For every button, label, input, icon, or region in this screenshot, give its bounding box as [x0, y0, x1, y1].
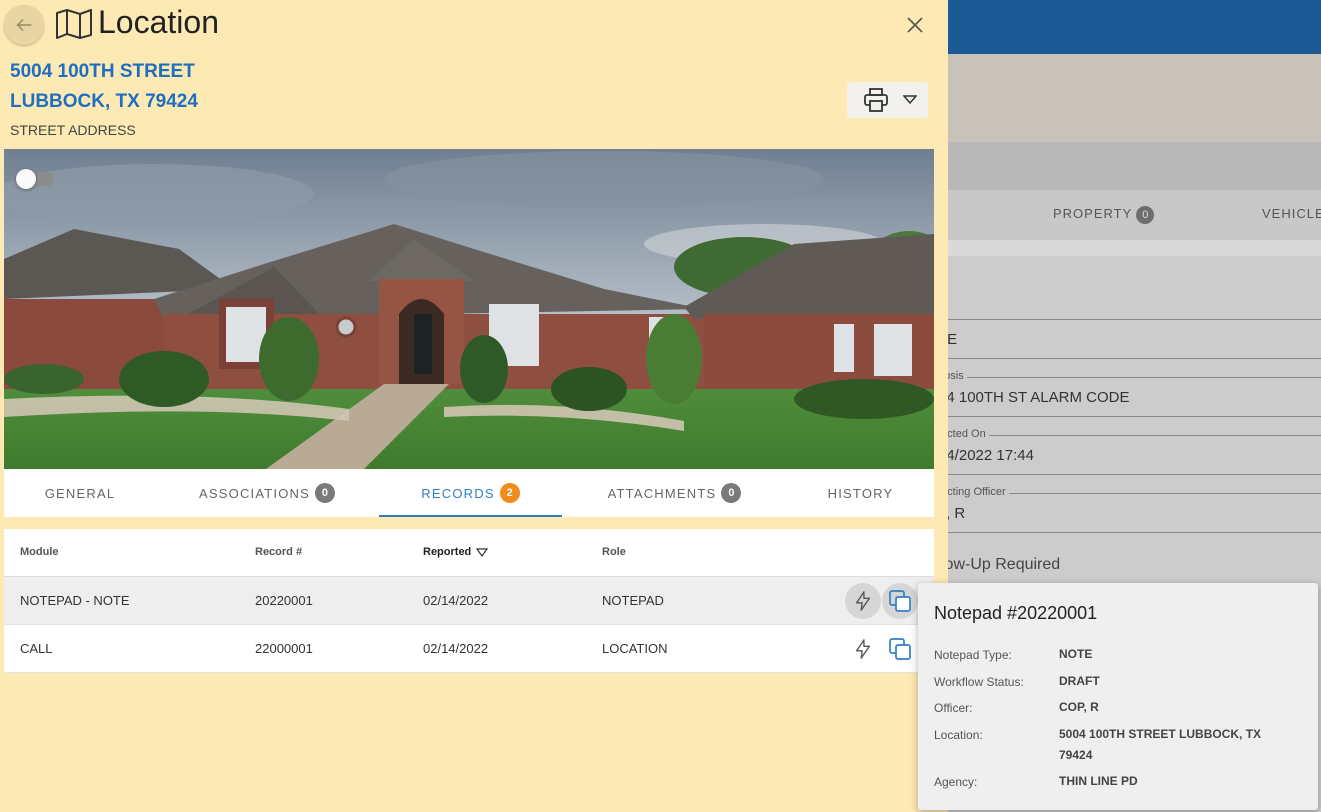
lightning-icon [855, 639, 871, 659]
cell-reported: 02/14/2022 [423, 593, 489, 608]
popup-value-location: 5004 100TH STREET LUBBOCK, TX 79424 [1059, 727, 1262, 762]
cell-reported: 02/14/2022 [423, 641, 489, 656]
open-record-button[interactable] [882, 583, 918, 619]
print-menu-button[interactable] [847, 82, 928, 118]
bg-tab-vehicle-label: VEHICLE [1262, 206, 1321, 221]
tab-history-label: HISTORY [827, 485, 894, 501]
table-row[interactable]: NOTEPAD - NOTE 20220001 02/14/2022 NOTEP… [4, 577, 934, 625]
popup-label-notepad-type: Notepad Type: [934, 648, 1012, 662]
cell-module: CALL [20, 641, 53, 656]
bg-field-synopsis-value: 04 100TH ST ALARM CODE [938, 389, 1130, 406]
address-line-2[interactable]: LUBBOCK, TX 79424 [10, 91, 198, 113]
app-header-bar [948, 0, 1321, 54]
quick-action-button[interactable] [845, 631, 881, 667]
back-button[interactable] [4, 5, 44, 45]
close-icon[interactable] [903, 13, 927, 37]
popup-label-workflow-status: Workflow Status: [934, 675, 1024, 689]
bg-field-contacted-on-value: 14/2022 17:44 [938, 447, 1034, 464]
tab-associations-label: ASSOCIATIONS [199, 485, 310, 501]
open-record-button[interactable] [882, 631, 918, 667]
bg-tab-property-label: PROPERTY [1053, 206, 1133, 221]
popup-value-officer: COP, R [1059, 700, 1099, 714]
address-line-1[interactable]: 5004 100TH STREET [10, 61, 195, 83]
tab-associations[interactable]: ASSOCIATIONS 0 [156, 469, 378, 517]
bg-tab-vehicle[interactable]: VEHICLE [1262, 206, 1321, 221]
street-view-photo [4, 149, 934, 469]
house-image [4, 149, 934, 469]
bg-tab-property[interactable]: PROPERTY 0 [1053, 206, 1155, 224]
popup-value-notepad-type: NOTE [1059, 647, 1093, 661]
map-icon [56, 9, 92, 39]
column-header-reported[interactable]: Reported [423, 546, 489, 558]
bg-field-contacted-on[interactable]: tacted On 14/2022 17:44 [938, 428, 1321, 475]
tab-records-badge: 2 [499, 483, 520, 503]
popup-label-location: Location: [934, 728, 983, 742]
tab-general-label: GENERAL [44, 485, 116, 501]
table-row[interactable]: CALL 22000001 02/14/2022 LOCATION [4, 625, 934, 673]
cell-role: LOCATION [602, 641, 668, 656]
tab-history[interactable]: HISTORY [787, 469, 934, 517]
tab-records-label: RECORDS [421, 485, 495, 501]
printer-icon [864, 88, 888, 112]
column-header-role[interactable]: Role [602, 546, 626, 558]
tab-attachments[interactable]: ATTACHMENTS 0 [562, 469, 787, 517]
bg-followup-checkbox-label[interactable]: low-Up Required [941, 556, 1060, 574]
record-preview-popup: Notepad #20220001 Notepad Type: NOTE Wor… [918, 583, 1318, 810]
quick-action-button[interactable] [845, 583, 881, 619]
active-tab-indicator [379, 515, 562, 517]
lightning-icon [855, 591, 871, 611]
bg-field-type[interactable]: e TE [938, 312, 1321, 359]
caret-down-icon [903, 95, 917, 105]
tab-general[interactable]: GENERAL [4, 469, 156, 517]
bg-field-contacting-officer[interactable]: tacting Officer P, R [938, 486, 1321, 533]
cell-record-number: 22000001 [255, 641, 313, 656]
copy-window-icon [889, 590, 911, 612]
cell-role: NOTEPAD [602, 593, 664, 608]
sort-descending-icon [476, 548, 489, 558]
records-table: Module Record # Reported Role NOTEPAD - … [4, 529, 934, 673]
tab-associations-badge: 0 [314, 483, 335, 503]
column-header-module[interactable]: Module [20, 546, 59, 558]
table-header: Module Record # Reported Role [4, 529, 934, 577]
address-type: STREET ADDRESS [10, 122, 136, 138]
popup-value-agency: THIN LINE PD [1059, 774, 1138, 788]
location-panel: Location 5004 100TH STREET LUBBOCK, TX 7… [0, 0, 948, 812]
popup-label-agency: Agency: [934, 775, 978, 789]
column-header-record-number[interactable]: Record # [255, 546, 302, 558]
copy-window-icon [889, 638, 911, 660]
tab-attachments-label: ATTACHMENTS [607, 485, 717, 501]
bg-tab-property-badge: 0 [1136, 206, 1155, 224]
panel-title: Location [98, 4, 219, 40]
popup-title: Notepad #20220001 [934, 603, 1098, 623]
bg-field-officer-label: tacting Officer [938, 486, 1009, 498]
street-view-toggle[interactable] [16, 169, 54, 189]
app-subbar [948, 142, 1321, 190]
tab-attachments-badge: 0 [721, 483, 742, 503]
cell-record-number: 20220001 [255, 593, 313, 608]
app-banner [948, 54, 1321, 142]
popup-label-officer: Officer: [934, 701, 973, 715]
bg-field-synopsis[interactable]: opsis 04 100TH ST ALARM CODE [938, 370, 1321, 417]
column-header-reported-label: Reported [423, 546, 472, 558]
cell-module: NOTEPAD - NOTE [20, 593, 130, 608]
toggle-knob [16, 169, 36, 189]
tab-records[interactable]: RECORDS 2 [379, 469, 562, 517]
popup-value-workflow-status: DRAFT [1059, 674, 1100, 688]
panel-tabs: GENERAL ASSOCIATIONS 0 RECORDS 2 ATTACHMEN… [4, 469, 934, 517]
arrow-left-icon [16, 18, 32, 32]
